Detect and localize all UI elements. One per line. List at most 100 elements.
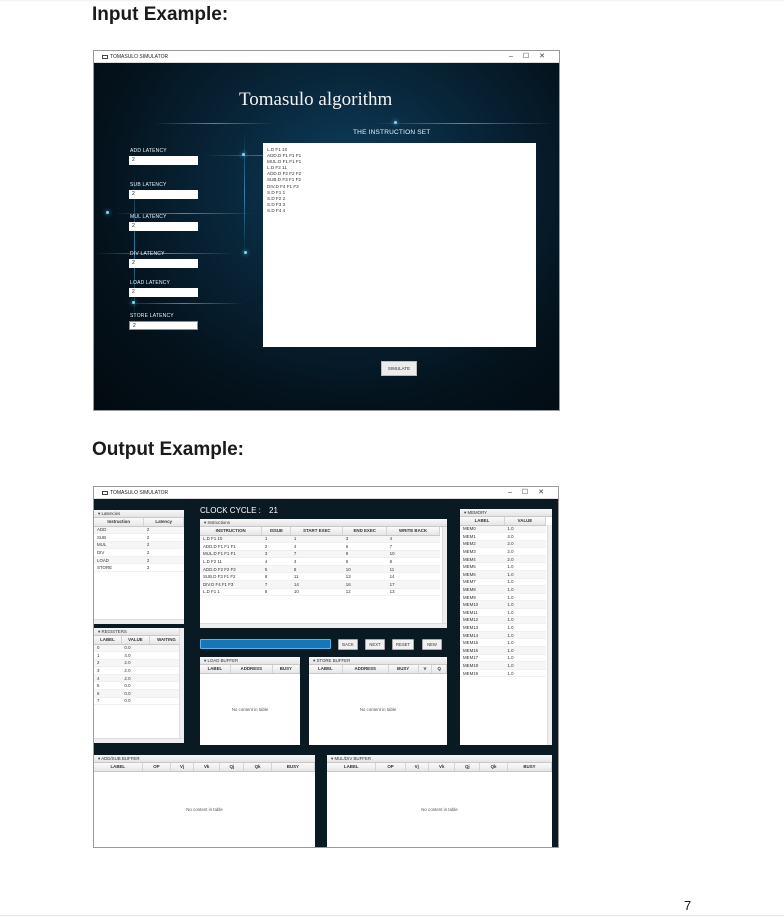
table-row[interactable]: 6 0.0 <box>94 689 184 698</box>
column-header[interactable]: LABEL <box>327 763 377 772</box>
maximize-icon[interactable]: ☐ <box>523 53 539 60</box>
div-latency-field[interactable]: 2 <box>129 259 198 268</box>
column-header[interactable]: VALUE <box>121 636 150 645</box>
table-row[interactable]: MEM1 4.0 <box>460 532 546 541</box>
column-header[interactable]: OP <box>142 763 172 772</box>
table-row[interactable]: 1 4.0 <box>94 651 184 660</box>
column-header[interactable]: START EXEC <box>290 527 344 536</box>
column-header[interactable]: V <box>418 665 433 674</box>
column-header[interactable]: BUSY <box>388 665 419 674</box>
column-header[interactable]: Q <box>431 665 447 674</box>
column-header[interactable]: BUSY <box>507 763 553 772</box>
table-row[interactable]: 4 2.0 <box>94 674 184 683</box>
table-row[interactable]: MEM15 1.0 <box>460 638 546 647</box>
column-header[interactable]: INSTRUCTION <box>200 527 263 536</box>
vertical-scrollbar[interactable] <box>179 628 184 738</box>
vertical-scrollbar[interactable] <box>442 527 447 623</box>
table-row[interactable]: DIV 2 <box>94 548 184 557</box>
column-header[interactable]: BUSY <box>271 763 316 772</box>
table-row[interactable]: MEM16 1.0 <box>460 646 546 655</box>
column-header[interactable]: ADDRESS <box>342 665 389 674</box>
table-row[interactable]: MEM7 1.0 <box>460 578 546 587</box>
table-row[interactable]: MEM19 1.0 <box>460 669 546 678</box>
column-header[interactable]: LABEL <box>200 665 231 674</box>
table-row[interactable]: 7 0.0 <box>94 697 184 706</box>
table-row[interactable]: LOAD 2 <box>94 556 184 565</box>
column-header[interactable]: BUSY <box>272 665 301 674</box>
load-buffer-header[interactable]: ▾ LOAD BUFFER <box>200 657 300 665</box>
column-header[interactable]: ADDRESS <box>230 665 273 674</box>
table-row[interactable]: MEM17 1.0 <box>460 654 546 663</box>
column-header[interactable]: Qj <box>219 763 245 772</box>
store-buffer-header[interactable]: ▾ STORE BUFFER <box>309 657 447 665</box>
column-header[interactable]: Vj <box>170 763 195 772</box>
table-row[interactable]: MEM4 2.0 <box>460 555 546 564</box>
column-header[interactable]: LABEL <box>309 665 343 674</box>
table-row[interactable]: SUB 2 <box>94 533 184 542</box>
column-header[interactable]: Vk <box>193 763 221 772</box>
load-latency-field[interactable]: 2 <box>129 288 198 297</box>
column-header[interactable]: Qk <box>243 763 272 772</box>
column-header[interactable]: Vj <box>405 763 429 772</box>
muldiv-buffer-header[interactable]: ▾ MUL/DIV BUFFER <box>327 755 552 763</box>
table-row[interactable]: MUL.D F1 F1 F1 3 7 9 10 <box>200 550 440 559</box>
horizontal-scrollbar[interactable] <box>94 619 184 624</box>
table-row[interactable]: MEM5 1.0 <box>460 562 546 572</box>
table-row[interactable]: SUB.D F3 F1 F2 6 11 13 14 <box>200 572 440 582</box>
sub-latency-field[interactable]: 2 <box>129 190 198 199</box>
back-button[interactable]: BACK <box>338 639 358 650</box>
table-row[interactable]: ADD.D F1 F1 F1 2 4 6 7 <box>200 542 440 551</box>
table-row[interactable]: 2 2.0 <box>94 659 184 668</box>
column-header[interactable]: END EXEC <box>342 527 388 536</box>
latencies-header[interactable]: ▾ Latencies <box>94 510 184 518</box>
table-row[interactable]: MEM12 1.0 <box>460 616 546 625</box>
table-row[interactable]: 3 2.0 <box>94 666 184 675</box>
addsub-buffer-header[interactable]: ▾ ADD/SUB BUFFER <box>94 755 315 763</box>
memory-header[interactable]: ▾ MEMORY <box>460 509 552 517</box>
table-row[interactable]: MEM13 1.0 <box>460 623 546 632</box>
column-header[interactable]: Latency <box>143 518 184 527</box>
column-header[interactable]: Vk <box>428 763 456 772</box>
column-header[interactable]: LABEL <box>94 763 143 772</box>
vertical-scrollbar[interactable] <box>547 525 552 745</box>
close-icon[interactable]: ✕ <box>539 53 555 60</box>
table-row[interactable]: L.D F1 10 1 1 3 4 <box>200 535 440 544</box>
table-row[interactable]: MEM6 1.0 <box>460 570 546 579</box>
horizontal-scrollbar[interactable] <box>94 738 184 743</box>
table-row[interactable]: MEM8 1.0 <box>460 585 546 594</box>
table-row[interactable]: MEM18 1.0 <box>460 661 546 670</box>
table-row[interactable]: ADD 2 <box>94 526 184 535</box>
table-row[interactable]: 5 0.0 <box>94 681 184 691</box>
horizontal-scrollbar[interactable] <box>200 623 447 628</box>
table-row[interactable]: 0 0.0 <box>94 644 184 653</box>
column-header[interactable]: Instruction <box>94 518 145 527</box>
column-header[interactable]: WRITE BACK <box>386 527 440 536</box>
table-row[interactable]: MEM0 1.0 <box>460 525 546 534</box>
add-latency-field[interactable]: 2 <box>129 156 198 165</box>
mul-latency-field[interactable]: 2 <box>129 222 198 231</box>
table-row[interactable]: MEM2 2.0 <box>460 540 546 549</box>
column-header[interactable]: ISSUE <box>261 527 292 536</box>
column-header[interactable]: Qj <box>454 763 481 772</box>
minimize-icon[interactable]: – <box>508 489 522 496</box>
minimize-icon[interactable]: – <box>509 53 523 60</box>
column-header[interactable]: VALUE <box>504 517 547 526</box>
table-row[interactable]: L.D F1 1 8 10 12 13 <box>200 588 440 597</box>
table-row[interactable]: MEM10 1.0 <box>460 600 546 610</box>
table-row[interactable]: MEM3 2.0 <box>460 547 546 556</box>
store-latency-field[interactable]: 2 <box>129 321 198 330</box>
instructions-header[interactable]: ▾ Instructions <box>200 519 447 527</box>
table-row[interactable]: STORE 2 <box>94 563 184 573</box>
table-row[interactable]: ADD.D F2 F2 F2 5 8 10 11 <box>200 565 440 574</box>
column-header[interactable]: OP <box>375 763 406 772</box>
column-header[interactable]: LABEL <box>94 636 122 645</box>
column-header[interactable]: Qk <box>479 763 508 772</box>
table-row[interactable]: MEM14 1.0 <box>460 631 546 640</box>
table-row[interactable]: DIV.D F4 F1 F3 7 14 16 17 <box>200 580 440 589</box>
simulate-button[interactable]: SIMULATE <box>381 361 417 376</box>
registers-header[interactable]: ▾ REGISTERS <box>94 628 184 636</box>
close-icon[interactable]: ✕ <box>538 489 554 496</box>
table-row[interactable]: MEM9 1.0 <box>460 593 546 602</box>
column-header[interactable]: LABEL <box>460 517 505 526</box>
table-row[interactable]: MUL 2 <box>94 541 184 550</box>
